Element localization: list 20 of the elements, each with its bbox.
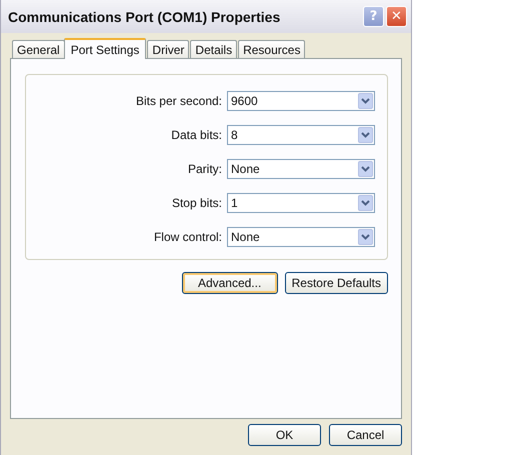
tab[interactable]: Driver	[147, 40, 190, 58]
field-label: Stop bits:	[172, 196, 222, 210]
dropdown-field[interactable]: 9600	[227, 91, 375, 111]
dropdown-field[interactable]: 8	[227, 125, 375, 145]
field-label: Parity:	[188, 162, 222, 176]
tab[interactable]: Resources	[238, 40, 306, 58]
cancel-button[interactable]: Cancel	[329, 424, 402, 446]
dropdown-field[interactable]: None	[227, 159, 375, 179]
restore-defaults-button[interactable]: Restore Defaults	[284, 272, 388, 294]
window-title: Communications Port (COM1) Properties	[8, 8, 280, 24]
tab[interactable]: General	[12, 40, 65, 58]
field-label: Data bits:	[171, 128, 222, 142]
tab[interactable]: Details	[190, 40, 238, 58]
field-label: Bits per second:	[136, 94, 222, 108]
advanced-button[interactable]: Advanced...	[182, 272, 278, 294]
field-label: Flow control:	[154, 230, 222, 244]
ok-button[interactable]: OK	[248, 424, 321, 446]
dropdown-field[interactable]: 1	[227, 193, 375, 213]
dropdown-field[interactable]: None	[227, 227, 375, 247]
tab[interactable]: Port Settings	[64, 38, 146, 59]
